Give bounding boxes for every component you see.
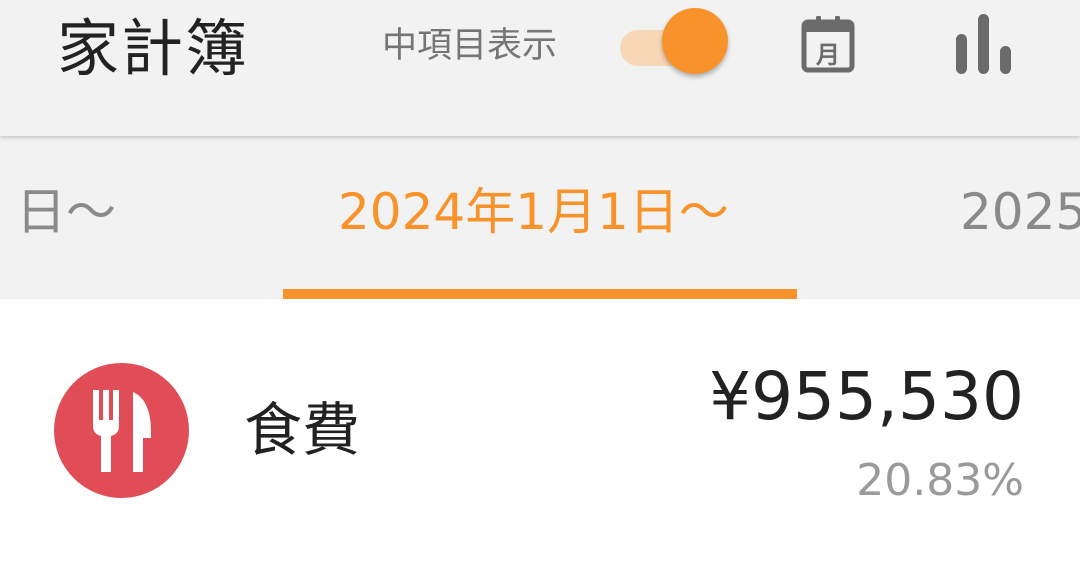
calendar-month-glyph: 月 bbox=[815, 41, 840, 69]
sub-category-toggle-label: 中項目表示 bbox=[382, 26, 558, 66]
tab-next-period[interactable]: 2025 bbox=[960, 180, 1080, 244]
category-amount: ¥955,530 bbox=[709, 358, 1024, 435]
calendar-month-icon: 月 bbox=[801, 16, 855, 73]
bar-chart-icon bbox=[956, 14, 1011, 74]
category-list-item[interactable]: 食費 ¥955,530 20.83% bbox=[0, 299, 1080, 565]
calendar-month-button[interactable]: 月 bbox=[796, 10, 860, 78]
app-bar: 家計簿 中項目表示 月 bbox=[0, 0, 1080, 136]
statistics-button[interactable] bbox=[952, 10, 1016, 78]
sub-category-toggle-switch[interactable] bbox=[616, 8, 732, 76]
tab-previous-period[interactable]: 日〜 bbox=[16, 180, 116, 244]
category-percentage: 20.83% bbox=[856, 455, 1024, 506]
app-title: 家計簿 bbox=[57, 12, 250, 85]
category-icon-badge bbox=[54, 363, 189, 498]
switch-thumb bbox=[662, 8, 728, 74]
tab-current-period[interactable]: 2024年1月1日〜 bbox=[338, 180, 729, 244]
period-tab-bar: 日〜 2024年1月1日〜 2025 bbox=[0, 136, 1080, 299]
tab-indicator bbox=[283, 289, 797, 299]
fork-knife-icon bbox=[92, 389, 151, 472]
category-name: 食費 bbox=[244, 396, 361, 464]
